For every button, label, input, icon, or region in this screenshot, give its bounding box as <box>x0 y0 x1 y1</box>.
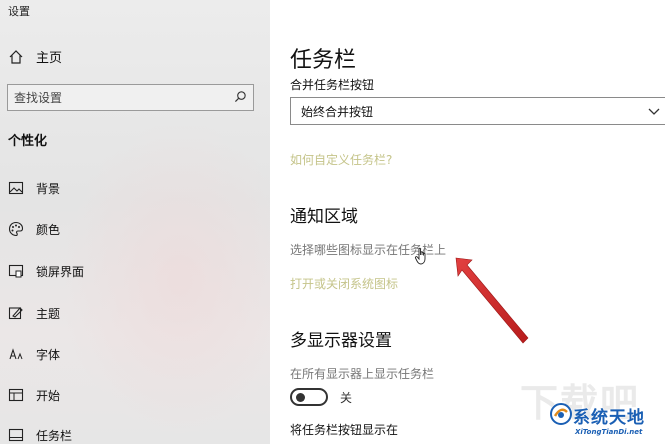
theme-icon <box>8 305 24 321</box>
page-title: 任务栏 <box>290 48 357 73</box>
sidebar-item-label: 背景 <box>36 181 61 196</box>
hand-cursor-icon <box>414 246 430 266</box>
system-icons-link[interactable]: 打开或关闭系统图标 <box>290 275 398 292</box>
search-icon[interactable] <box>234 88 247 107</box>
taskbar-icon <box>8 427 24 443</box>
sidebar-item-background[interactable]: 背景 <box>8 178 60 198</box>
combine-buttons-dropdown[interactable]: 始终合并按钮 <box>290 97 665 125</box>
sidebar-item-taskbar[interactable]: 任务栏 <box>8 425 72 444</box>
show-all-displays-toggle-row[interactable]: 关 <box>290 388 352 406</box>
sidebar-item-label: 开始 <box>36 388 61 403</box>
search-box[interactable] <box>7 84 254 111</box>
dropdown-selected-value: 始终合并按钮 <box>301 104 374 119</box>
chevron-down-icon <box>647 104 661 118</box>
window-title: 设置 <box>8 5 30 18</box>
sidebar-item-home[interactable]: 主页 <box>8 47 62 66</box>
font-icon <box>8 346 24 362</box>
show-buttons-on-label: 将任务栏按钮显示在 <box>290 423 399 437</box>
sidebar-item-label: 主题 <box>36 306 61 321</box>
sidebar-section-title: 个性化 <box>8 134 48 149</box>
multi-display-heading: 多显示器设置 <box>290 331 392 351</box>
sidebar-item-label: 字体 <box>36 347 61 362</box>
watermark-logo-icon <box>549 402 573 426</box>
watermark-subtext: XiTongTianDi.net <box>575 428 643 436</box>
combine-buttons-label: 合并任务栏按钮 <box>290 78 375 92</box>
home-icon <box>8 49 24 65</box>
watermark-text: 系统天地 <box>573 408 645 428</box>
search-input[interactable] <box>14 90 214 105</box>
palette-icon <box>8 221 24 237</box>
image-icon <box>8 180 24 196</box>
show-all-displays-toggle[interactable] <box>290 388 328 406</box>
toggle-state-label: 关 <box>340 390 353 405</box>
sidebar-item-lockscreen[interactable]: 锁屏界面 <box>8 261 84 281</box>
notification-area-heading: 通知区域 <box>290 207 358 227</box>
sidebar-item-label: 主页 <box>36 51 63 66</box>
sidebar-item-themes[interactable]: 主题 <box>8 303 60 323</box>
sidebar-item-label: 任务栏 <box>36 428 73 443</box>
customize-taskbar-link[interactable]: 如何自定义任务栏? <box>290 151 392 168</box>
sidebar-item-label: 颜色 <box>36 222 61 237</box>
sidebar-item-fonts[interactable]: 字体 <box>8 344 60 364</box>
sidebar-item-colors[interactable]: 颜色 <box>8 219 60 239</box>
sidebar-item-label: 锁屏界面 <box>36 264 85 279</box>
start-icon <box>8 387 24 403</box>
annotation-arrow-icon <box>455 257 529 344</box>
lockscreen-icon <box>8 263 24 279</box>
show-all-displays-label: 在所有显示器上显示任务栏 <box>290 367 435 381</box>
sidebar-item-start[interactable]: 开始 <box>8 385 60 405</box>
sidebar: 设置 主页 个性化 背景 颜色 锁屏界面 主题 <box>0 0 270 444</box>
